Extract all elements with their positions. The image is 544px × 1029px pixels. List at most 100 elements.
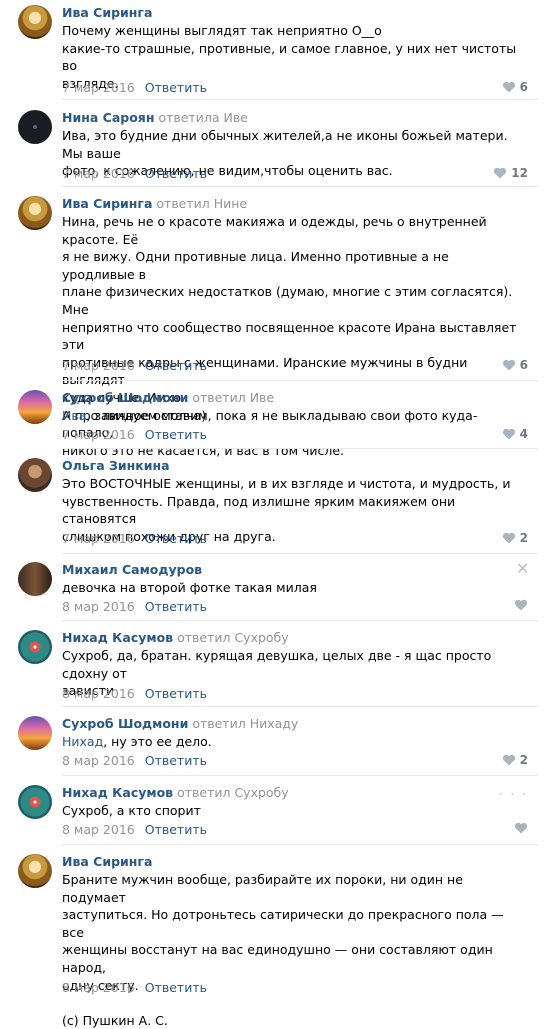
- comment-meta: 7 мар 2016 Ответить: [62, 531, 207, 546]
- comment-meta: 7 мар 2016 Ответить: [62, 358, 207, 373]
- like-button[interactable]: 6: [502, 80, 528, 94]
- like-count: 6: [519, 358, 528, 372]
- comment-date[interactable]: 8 мар 2016: [62, 753, 135, 768]
- like-count: 2: [519, 753, 528, 767]
- comment-author-line: Ива Сиринга: [62, 854, 152, 869]
- reply-button[interactable]: Ответить: [145, 80, 207, 95]
- comment-body: , завидуем молча): [86, 408, 207, 423]
- reply-button[interactable]: Ответить: [145, 531, 207, 546]
- like-count: 4: [519, 427, 528, 441]
- mention-link[interactable]: Нихад: [62, 734, 103, 749]
- reply-button[interactable]: Ответить: [145, 753, 207, 768]
- avatar[interactable]: [18, 716, 52, 750]
- comment-meta: 7 мар 2016 Ответить: [62, 166, 207, 181]
- reply-button[interactable]: Ответить: [145, 358, 207, 373]
- author-name[interactable]: Ольга Зинкина: [62, 458, 170, 473]
- more-icon[interactable]: · · ·: [499, 787, 528, 801]
- comment-meta: 8 мар 2016 Ответить: [62, 599, 207, 614]
- comment-date[interactable]: 8 мар 2016: [62, 686, 135, 701]
- divider: [62, 775, 538, 776]
- comment-meta: 7 мар 2016 Ответить: [62, 80, 207, 95]
- author-name[interactable]: Ива Сиринга: [62, 854, 152, 869]
- reply-indicator: ответил: [192, 390, 246, 405]
- comment-meta: 8 мар 2016 Ответить: [62, 822, 207, 837]
- reply-to-name[interactable]: Сухробу: [234, 630, 288, 645]
- comment-date[interactable]: 8 мар 2016: [62, 599, 135, 614]
- avatar[interactable]: [18, 110, 52, 144]
- comment-meta: 8 мар 2016 Ответить: [62, 980, 207, 995]
- avatar[interactable]: [18, 785, 52, 819]
- divider: [62, 844, 538, 845]
- reply-to-name[interactable]: Иве: [250, 390, 274, 405]
- heart-icon: [514, 822, 528, 834]
- reply-to-name[interactable]: Иве: [223, 110, 247, 125]
- divider: [62, 186, 538, 187]
- comment-author-line: Ива Сиринга: [62, 5, 152, 20]
- like-count: 2: [519, 531, 528, 545]
- like-button[interactable]: 4: [502, 427, 528, 441]
- reply-indicator: ответил: [192, 716, 246, 731]
- author-name[interactable]: Сухроб Шодмони: [62, 716, 188, 731]
- comment-author-line: Нина Сароян ответила Иве: [62, 110, 248, 125]
- avatar[interactable]: [18, 854, 52, 888]
- author-name[interactable]: Ива Сиринга: [62, 5, 152, 20]
- author-name[interactable]: Сухроб Шодмони: [62, 390, 188, 405]
- divider: [62, 553, 538, 554]
- reply-button[interactable]: Ответить: [145, 822, 207, 837]
- reply-button[interactable]: Ответить: [145, 166, 207, 181]
- comment-date[interactable]: 8 мар 2016: [62, 822, 135, 837]
- comment-body: , ну это ее дело.: [103, 734, 212, 749]
- reply-button[interactable]: Ответить: [145, 686, 207, 701]
- comment-date[interactable]: 7 мар 2016: [62, 531, 135, 546]
- avatar[interactable]: [18, 196, 52, 230]
- comment-author-line: Ольга Зинкина: [62, 458, 170, 473]
- like-button[interactable]: 2: [502, 531, 528, 545]
- comment-meta: 7 мар 2016 Ответить: [62, 427, 207, 442]
- author-name[interactable]: Нихад Касумов: [62, 630, 173, 645]
- heart-icon: [493, 167, 507, 179]
- author-name[interactable]: Нихад Касумов: [62, 785, 173, 800]
- comment-date[interactable]: 7 мар 2016: [62, 427, 135, 442]
- close-icon[interactable]: ✕: [516, 561, 529, 577]
- comment-date[interactable]: 8 мар 2016: [62, 980, 135, 995]
- divider: [62, 620, 538, 621]
- reply-indicator: ответила: [158, 110, 220, 125]
- reply-button[interactable]: Ответить: [145, 599, 207, 614]
- author-name[interactable]: Ива Сиринга: [62, 196, 152, 211]
- like-button[interactable]: 12: [493, 166, 528, 180]
- reply-to-name[interactable]: Сухробу: [234, 785, 288, 800]
- avatar[interactable]: [18, 5, 52, 39]
- comment-text: Сухроб, а кто спорит: [62, 803, 201, 818]
- heart-icon: [502, 81, 516, 93]
- heart-icon: [502, 532, 516, 544]
- avatar[interactable]: [18, 630, 52, 664]
- avatar[interactable]: [18, 458, 52, 492]
- comment-date[interactable]: 7 мар 2016: [62, 358, 135, 373]
- reply-button[interactable]: Ответить: [145, 427, 207, 442]
- comment-date[interactable]: 7 мар 2016: [62, 166, 135, 181]
- reply-to-name[interactable]: Нине: [214, 196, 247, 211]
- comment-author-line: Сухроб Шодмони ответил Иве: [62, 390, 274, 405]
- avatar[interactable]: [18, 562, 52, 596]
- heart-icon: [502, 754, 516, 766]
- mention-link[interactable]: Ива: [62, 408, 86, 423]
- reply-indicator: ответил: [177, 630, 231, 645]
- author-name[interactable]: Нина Сароян: [62, 110, 154, 125]
- author-name[interactable]: Михаил Самодуров: [62, 562, 202, 577]
- comment-date[interactable]: 7 мар 2016: [62, 80, 135, 95]
- comment-text: Нихад, ну это ее дело.: [62, 733, 522, 751]
- comment-meta: 8 мар 2016 Ответить: [62, 686, 207, 701]
- comment-text: Браните мужчин вообще, разбирайте их пор…: [62, 872, 504, 1028]
- reply-to-name[interactable]: Нихаду: [250, 716, 299, 731]
- reply-button[interactable]: Ответить: [145, 980, 207, 995]
- avatar[interactable]: [18, 390, 52, 424]
- like-button[interactable]: 6: [502, 358, 528, 372]
- comment-author-line: Михаил Самодуров: [62, 562, 202, 577]
- like-count: 12: [511, 166, 528, 180]
- divider: [62, 448, 538, 449]
- like-button[interactable]: 2: [502, 753, 528, 767]
- comment-author-line: Нихад Касумов ответил Сухробу: [62, 630, 289, 645]
- divider: [62, 706, 538, 707]
- like-button[interactable]: [514, 822, 528, 834]
- like-button[interactable]: [514, 599, 528, 611]
